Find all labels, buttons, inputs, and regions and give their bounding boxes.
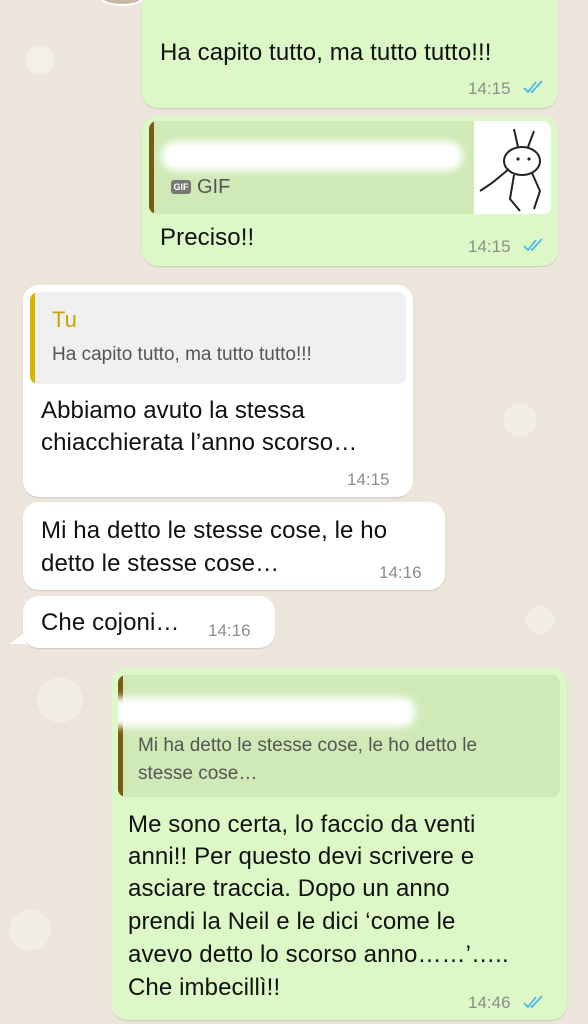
- message-text-line: avevo detto lo scorso anno……’…..: [128, 941, 509, 968]
- message-bubble-outgoing[interactable]: Ha capito tutto, ma tutto tutto!!! 14:15: [142, 0, 558, 108]
- reply-preview[interactable]: Tu Ha capito tutto, ma tutto tutto!!!: [30, 292, 406, 384]
- reply-preview[interactable]: GIF GIF: [149, 121, 551, 214]
- reply-bar: [118, 675, 123, 797]
- message-time: 14:15: [468, 237, 511, 256]
- message-text-line: anni!! Per questo devi scrivere e: [128, 843, 475, 870]
- message-text-line: asciare traccia. Dopo un anno: [128, 875, 450, 902]
- cartoon-thumbnail-icon: [479, 128, 542, 212]
- message-text: Ha capito tutto, ma tutto tutto!!!: [160, 39, 492, 66]
- message-text-line: chiacchierata l’anno scorso…: [41, 429, 358, 456]
- gif-thumbnail[interactable]: [474, 121, 551, 214]
- read-receipt-icon: [523, 80, 543, 94]
- message-text-line: Mi ha detto le stesse cose, le ho: [41, 517, 388, 544]
- message-text-line: prendi la Neil e le dici ‘come le: [128, 908, 456, 935]
- read-receipt-icon: [523, 238, 543, 252]
- message-bubble-incoming[interactable]: Tu Ha capito tutto, ma tutto tutto!!! Ab…: [23, 285, 413, 497]
- message-bubble-incoming[interactable]: Mi ha detto le stesse cose, le ho detto …: [23, 502, 445, 590]
- message-text-line: Me sono certa, lo faccio da venti: [128, 811, 476, 838]
- message-time: 14:16: [208, 621, 251, 640]
- message-time: 14:16: [379, 563, 422, 582]
- message-text: Che cojoni…: [41, 609, 180, 636]
- message-time: 14:15: [347, 470, 390, 489]
- reply-bar: [30, 292, 35, 384]
- reply-text-line: Mi ha detto le stesse cose, le ho detto …: [138, 735, 478, 756]
- reply-author: Tu: [52, 307, 77, 332]
- message-time: 14:15: [468, 79, 511, 98]
- reply-text: Ha capito tutto, ma tutto tutto!!!: [52, 344, 312, 365]
- message-bubble-incoming[interactable]: Che cojoni… 14:16: [23, 596, 275, 648]
- read-receipt-icon: [523, 995, 543, 1009]
- redacted-author: [118, 703, 410, 721]
- message-bubble-outgoing[interactable]: GIF GIF Preciso!! 14:15: [142, 116, 558, 266]
- redacted-author: [167, 147, 457, 165]
- message-text-line: detto le stesse cose…: [41, 550, 280, 577]
- message-text-line: Abbiamo avuto la stessa: [41, 397, 305, 424]
- message-text: Preciso!!: [160, 224, 255, 251]
- reply-bar: [149, 121, 154, 214]
- message-bubble-outgoing[interactable]: Mi ha detto le stesse cose, le ho detto …: [111, 668, 567, 1020]
- reply-gif-label: GIF: [197, 176, 231, 198]
- reply-text-line: stesse cose…: [138, 763, 258, 784]
- reply-preview[interactable]: Mi ha detto le stesse cose, le ho detto …: [118, 675, 560, 797]
- message-time: 14:46: [468, 993, 511, 1012]
- message-text-line: Che imbecillì!!: [128, 974, 281, 1001]
- gif-badge: GIF: [171, 180, 191, 194]
